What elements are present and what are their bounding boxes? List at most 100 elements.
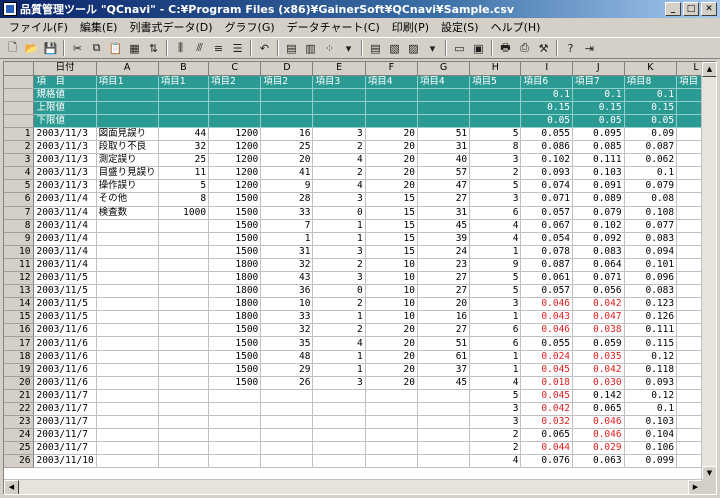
header-cell[interactable]: 項目3 — [312, 75, 366, 89]
menu-settings[interactable]: 設定(S) — [435, 19, 485, 35]
data-cell[interactable]: 45 — [417, 376, 471, 390]
scroll-up-icon[interactable]: ▲ — [702, 62, 716, 77]
data-cell[interactable]: 0.024 — [520, 350, 574, 364]
data-cell[interactable]: 5 — [469, 284, 522, 299]
data-cell[interactable]: 3 — [469, 153, 522, 168]
tools-icon[interactable]: ⚒ — [534, 39, 553, 57]
data-cell[interactable]: 1500 — [208, 219, 262, 233]
header-cell[interactable] — [208, 101, 262, 115]
data-cell[interactable]: 2 — [469, 428, 522, 443]
data-cell[interactable]: 3 — [469, 297, 522, 312]
data-cell[interactable] — [158, 376, 210, 390]
data-cell[interactable] — [158, 245, 210, 259]
header-cell[interactable] — [365, 114, 418, 128]
data-cell[interactable]: 8 — [158, 192, 210, 207]
data-cell[interactable]: 0.042 — [572, 297, 625, 312]
data-cell[interactable] — [365, 415, 418, 430]
data-cell[interactable]: 0.111 — [572, 153, 625, 168]
insert-row-icon[interactable]: ≡ — [209, 39, 228, 57]
data-cell[interactable]: 2003/11/7 — [33, 441, 97, 456]
data-cell[interactable]: 23 — [417, 258, 471, 273]
data-cell[interactable]: 27 — [417, 192, 471, 207]
menu-print[interactable]: 印刷(P) — [386, 19, 435, 35]
data-cell[interactable]: 2003/11/6 — [33, 323, 97, 338]
data-cell[interactable]: 2003/11/7 — [33, 415, 97, 430]
data-cell[interactable] — [96, 441, 159, 456]
menu-column-format[interactable]: 列書式データ(D) — [123, 19, 218, 35]
data-cell[interactable]: 61 — [417, 350, 471, 364]
data-cell[interactable]: 20 — [365, 323, 418, 338]
data-cell[interactable]: 1800 — [208, 284, 262, 299]
data-cell[interactable]: 27 — [417, 271, 471, 286]
header-cell[interactable]: 項目1 — [96, 75, 159, 89]
data-cell[interactable]: 9 — [469, 258, 522, 273]
data-cell[interactable]: 0.078 — [520, 245, 574, 259]
data-cell[interactable]: 0 — [312, 284, 366, 299]
data-cell[interactable]: 20 — [365, 140, 418, 155]
data-cell[interactable] — [96, 271, 159, 286]
data-cell[interactable]: 0.09 — [624, 127, 678, 142]
data-cell[interactable]: 1500 — [208, 363, 262, 377]
data-cell[interactable]: 0.1 — [624, 402, 678, 417]
header-cell[interactable]: 下限値 — [33, 114, 97, 128]
data-cell[interactable]: 6 — [469, 323, 522, 338]
data-cell[interactable] — [365, 428, 418, 443]
data-cell[interactable]: 5 — [469, 127, 522, 142]
header-cell[interactable]: 0.05 — [572, 114, 625, 128]
close-button[interactable]: ✕ — [701, 2, 717, 16]
data-cell[interactable] — [96, 376, 159, 390]
data-cell[interactable]: 1200 — [208, 153, 262, 168]
menu-file[interactable]: ファイル(F) — [3, 19, 74, 35]
data-cell[interactable]: 0.095 — [572, 127, 625, 142]
data-cell[interactable]: 2 — [312, 258, 366, 273]
window2-icon[interactable]: ▣ — [469, 39, 488, 57]
data-cell[interactable]: 0.099 — [624, 454, 678, 469]
data-cell[interactable]: 目盛り見誤り — [96, 166, 159, 181]
data-cell[interactable]: 4 — [469, 219, 522, 233]
data-cell[interactable]: 3 — [312, 192, 366, 207]
open-folder-icon[interactable]: 📂 — [22, 39, 41, 57]
data-cell[interactable]: 32 — [158, 140, 210, 155]
data-cell[interactable]: 0.091 — [572, 179, 625, 194]
window-icon[interactable]: ▭ — [450, 39, 469, 57]
data-cell[interactable]: 0.086 — [520, 140, 574, 155]
data-cell[interactable]: 10 — [365, 258, 418, 273]
data-cell[interactable]: 0.083 — [624, 284, 678, 299]
data-cell[interactable]: 16 — [417, 310, 471, 325]
data-cell[interactable]: 15 — [365, 192, 418, 207]
data-cell[interactable] — [96, 402, 159, 417]
data-cell[interactable] — [158, 363, 210, 377]
header-cell[interactable] — [158, 88, 210, 102]
data-cell[interactable]: 2 — [312, 166, 366, 181]
data-cell[interactable]: 1800 — [208, 297, 262, 312]
menu-data-chart[interactable]: データチャート(C) — [281, 19, 386, 35]
data-cell[interactable] — [417, 415, 471, 430]
header-cell[interactable] — [158, 101, 210, 115]
header-cell[interactable]: 項目8 — [624, 75, 678, 89]
data-cell[interactable]: 0.056 — [572, 284, 625, 299]
data-cell[interactable]: 2 — [469, 166, 522, 181]
data-cell[interactable]: 31 — [417, 206, 471, 220]
data-cell[interactable]: 3 — [469, 192, 522, 207]
data-cell[interactable] — [96, 219, 159, 233]
header-cell[interactable] — [260, 88, 314, 102]
data-cell[interactable]: 5 — [469, 389, 522, 403]
data-cell[interactable]: 51 — [417, 336, 471, 351]
data-cell[interactable]: 0.111 — [624, 323, 678, 338]
data-cell[interactable]: 1 — [312, 310, 366, 325]
data-cell[interactable]: 0.063 — [572, 454, 625, 469]
data-cell[interactable] — [260, 454, 314, 469]
data-cell[interactable]: 1 — [312, 232, 366, 246]
data-cell[interactable]: 15 — [365, 219, 418, 233]
data-cell[interactable]: 0.101 — [624, 258, 678, 273]
header-cell[interactable] — [469, 88, 522, 102]
menu-help[interactable]: ヘルプ(H) — [485, 19, 547, 35]
data-cell[interactable]: 31 — [417, 140, 471, 155]
data-cell[interactable]: 0.018 — [520, 376, 574, 390]
data-cell[interactable]: 測定誤り — [96, 153, 159, 168]
column-header[interactable]: I — [520, 62, 574, 76]
data-cell[interactable] — [158, 323, 210, 338]
data-cell[interactable]: 2003/11/4 — [33, 206, 97, 220]
header-cell[interactable]: 0.15 — [572, 101, 625, 115]
data-cell[interactable] — [158, 258, 210, 273]
